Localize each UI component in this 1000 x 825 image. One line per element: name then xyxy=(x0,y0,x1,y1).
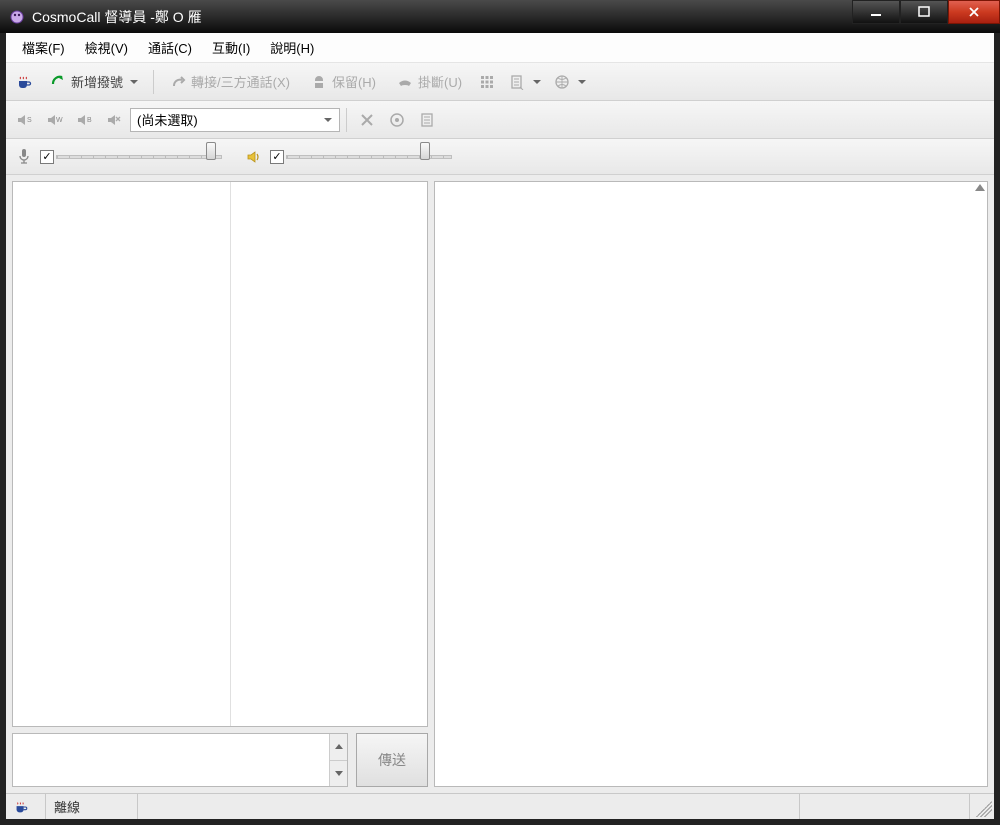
left-panel xyxy=(12,181,428,727)
x-icon xyxy=(358,111,376,129)
status-cell-2 xyxy=(800,794,970,819)
keypad-icon xyxy=(478,73,496,91)
menu-help[interactable]: 說明(H) xyxy=(260,34,324,61)
send-button[interactable]: 傳送 xyxy=(356,733,428,787)
speaker-s-button[interactable]: S xyxy=(10,106,38,134)
speaker-b-icon: B xyxy=(75,111,93,129)
mic-button[interactable] xyxy=(10,143,38,171)
main-toolbar: 新增撥號 轉接/三方通話(X) 保留(H) 掛斷(U) xyxy=(6,63,994,101)
app-icon xyxy=(8,8,26,26)
chevron-down-icon xyxy=(324,118,332,122)
chevron-down-icon xyxy=(578,80,586,84)
compose-spinner xyxy=(329,734,347,786)
left-panel-b xyxy=(231,182,427,726)
window-title: CosmoCall 督導員 -鄭 O 雁 xyxy=(32,7,202,27)
window-frame: 檔案(F) 檢視(V) 通話(C) 互動(I) 說明(H) 新增撥號 xyxy=(0,33,1000,825)
mic-checkbox[interactable]: ✓ xyxy=(40,150,54,164)
microphone-icon xyxy=(15,148,33,166)
new-dial-button[interactable]: 新增撥號 xyxy=(40,68,147,96)
mic-slider[interactable] xyxy=(56,147,222,167)
menu-view[interactable]: 檢視(V) xyxy=(75,34,138,61)
svg-text:W: W xyxy=(56,117,63,124)
statusbar: 離線 xyxy=(6,793,994,819)
disc-icon xyxy=(388,111,406,129)
transfer-icon xyxy=(169,73,187,91)
coffee-icon xyxy=(12,798,30,816)
hangup-label: 掛斷(U) xyxy=(418,72,462,91)
spin-down-button[interactable] xyxy=(330,761,347,787)
speaker-icon xyxy=(245,148,263,166)
hangup-button[interactable]: 掛斷(U) xyxy=(387,68,471,96)
document-icon xyxy=(418,111,436,129)
minimize-button[interactable] xyxy=(852,0,900,24)
speaker-s-icon: S xyxy=(15,111,33,129)
send-label: 傳送 xyxy=(378,750,406,770)
resize-grip[interactable] xyxy=(972,797,992,817)
compose-input-wrap xyxy=(12,733,348,787)
spin-up-button[interactable] xyxy=(330,734,347,761)
script-button[interactable] xyxy=(503,68,546,96)
coffee-icon xyxy=(15,73,33,91)
speaker-checkbox[interactable]: ✓ xyxy=(270,150,284,164)
hold-icon xyxy=(310,73,328,91)
hold-label: 保留(H) xyxy=(332,72,376,91)
speaker-mute-button[interactable] xyxy=(100,106,128,134)
chevron-down-icon xyxy=(130,80,138,84)
right-panel xyxy=(434,181,988,787)
globe-icon xyxy=(553,73,571,91)
window-controls xyxy=(852,0,1000,33)
transfer-button[interactable]: 轉接/三方通話(X) xyxy=(160,68,299,96)
document-button[interactable] xyxy=(413,106,441,134)
left-column: 傳送 xyxy=(12,181,428,787)
maximize-button[interactable] xyxy=(900,0,948,24)
titlebar: CosmoCall 督導員 -鄭 O 雁 xyxy=(0,0,1000,33)
separator xyxy=(153,70,154,94)
disc-button[interactable] xyxy=(383,106,411,134)
chevron-down-icon xyxy=(533,80,541,84)
menubar: 檔案(F) 檢視(V) 通話(C) 互動(I) 說明(H) xyxy=(6,33,994,63)
transfer-label: 轉接/三方通話(X) xyxy=(191,72,290,91)
status-cell-1 xyxy=(138,794,800,819)
svg-text:B: B xyxy=(87,117,92,124)
delete-button[interactable] xyxy=(353,106,381,134)
hangup-icon xyxy=(396,73,414,91)
speaker-b-button[interactable]: B xyxy=(70,106,98,134)
audio-toolbar: ✓ ✓ xyxy=(6,139,994,175)
secondary-toolbar: S W B (尚未選取) xyxy=(6,101,994,139)
combo-dropdown-button[interactable] xyxy=(317,111,335,129)
combo-value: (尚未選取) xyxy=(137,110,317,129)
menu-file[interactable]: 檔案(F) xyxy=(12,34,75,61)
speaker-w-icon: W xyxy=(45,111,63,129)
new-dial-label: 新增撥號 xyxy=(71,72,123,91)
compose-input[interactable] xyxy=(13,734,329,786)
keypad-button[interactable] xyxy=(473,68,501,96)
close-button[interactable] xyxy=(948,0,1000,24)
status-text: 離線 xyxy=(54,797,80,816)
speaker-w-button[interactable]: W xyxy=(40,106,68,134)
speaker-button[interactable] xyxy=(240,143,268,171)
menu-interact[interactable]: 互動(I) xyxy=(202,34,260,61)
globe-button[interactable] xyxy=(548,68,591,96)
svg-text:S: S xyxy=(27,117,32,124)
scroll-up-icon[interactable] xyxy=(975,184,985,191)
selection-combo[interactable]: (尚未選取) xyxy=(130,108,340,132)
script-icon xyxy=(508,73,526,91)
status-icon-cell xyxy=(6,794,46,819)
content-area: 傳送 xyxy=(6,175,994,793)
status-text-cell: 離線 xyxy=(46,794,138,819)
separator xyxy=(346,108,347,132)
dial-arrow-icon xyxy=(49,73,67,91)
left-panel-a xyxy=(13,182,231,726)
speaker-slider[interactable] xyxy=(286,147,452,167)
right-column xyxy=(434,181,988,787)
menu-call[interactable]: 通話(C) xyxy=(138,34,202,61)
coffee-icon-button[interactable] xyxy=(10,68,38,96)
speaker-mute-icon xyxy=(105,111,123,129)
compose-row: 傳送 xyxy=(12,733,428,787)
hold-button[interactable]: 保留(H) xyxy=(301,68,385,96)
